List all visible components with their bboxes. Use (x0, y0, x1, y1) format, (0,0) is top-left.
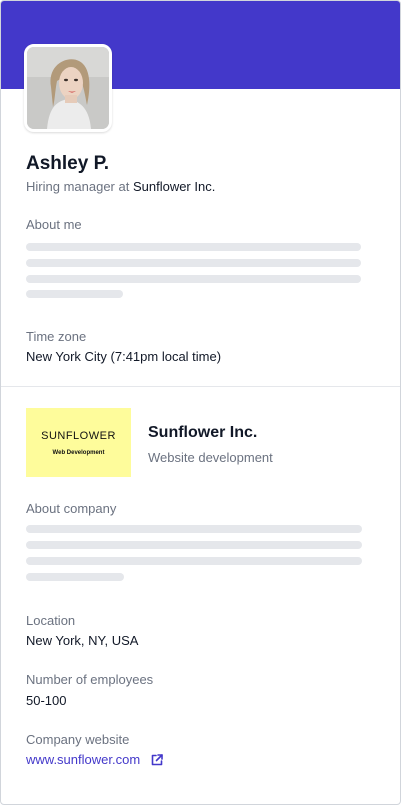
profile-name: Ashley P. (26, 153, 110, 174)
company-name: Sunflower Inc. (148, 424, 258, 441)
location-value: New York, NY, USA (26, 633, 139, 648)
website-label: Company website (26, 732, 130, 747)
avatar-photo (27, 47, 109, 129)
about-me-skeleton-line (26, 275, 361, 283)
about-me-skeleton-line (26, 259, 361, 267)
about-me-skeleton-line (26, 243, 361, 251)
company-logo-subtitle: Web Development (52, 449, 105, 456)
about-me-label: About me (26, 217, 82, 232)
about-company-skeleton-line (26, 541, 362, 549)
company-website-text[interactable]: www.sunflower.com (26, 752, 140, 767)
company-type: Website development (148, 450, 273, 465)
company-logo-title: SUNFLOWER (41, 429, 116, 442)
section-divider (1, 386, 400, 387)
company-logo: SUNFLOWER Web Development (26, 408, 131, 477)
avatar[interactable] (24, 44, 112, 132)
timezone-value: New York City (7:41pm local time) (26, 349, 222, 364)
about-me-skeleton-line (26, 290, 123, 298)
role-prefix: Hiring manager at (26, 179, 133, 194)
employees-label: Number of employees (26, 672, 154, 687)
profile-role: Hiring manager at Sunflower Inc. (26, 179, 215, 194)
timezone-label: Time zone (26, 329, 87, 344)
role-company: Sunflower Inc. (132, 179, 216, 194)
external-link-icon[interactable] (150, 753, 164, 767)
about-company-skeleton-line (26, 557, 362, 565)
employees-value: 50-100 (26, 693, 67, 708)
company-website-link[interactable]: www.sunflower.com (26, 752, 164, 767)
profile-card: Ashley P. Hiring manager at Sunflower In… (0, 0, 401, 805)
about-company-label: About company (26, 501, 117, 516)
about-company-skeleton-line (26, 573, 124, 581)
location-label: Location (26, 613, 76, 628)
about-company-skeleton-line (26, 525, 362, 533)
